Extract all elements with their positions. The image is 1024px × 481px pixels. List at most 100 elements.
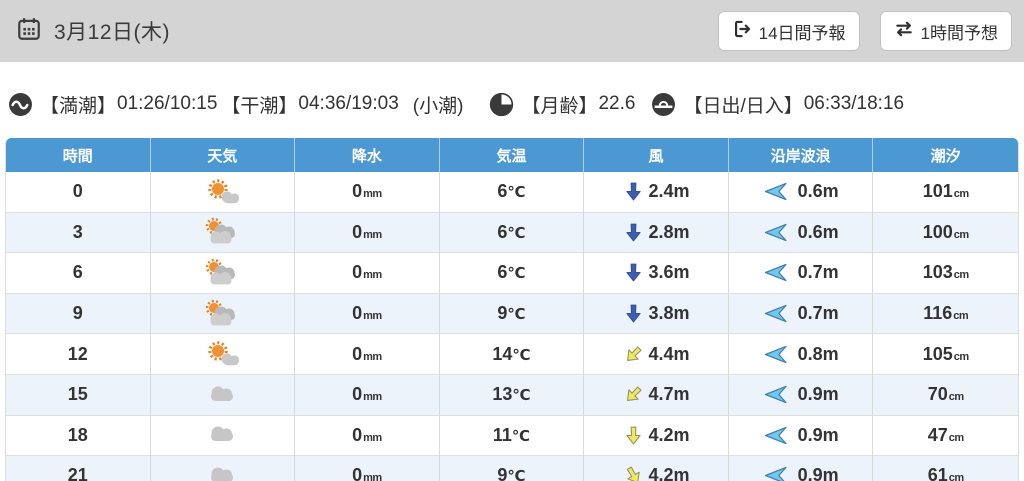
wave-unit: m: [823, 384, 839, 404]
wind-value: 4.2: [649, 425, 674, 445]
forecast-table-body: 0 0mm 6℃: [6, 172, 1018, 481]
wave-value: 0.9: [798, 465, 823, 481]
wave-unit: m: [823, 262, 839, 282]
precip-cell: 0mm: [295, 213, 440, 254]
forecast-table: 時間天気降水気温風沿岸波浪潮汐 0 0mm 6℃: [5, 138, 1019, 481]
wind-value: 4.4: [649, 344, 674, 364]
cloudy-icon: [199, 461, 245, 481]
tide-value: 105: [923, 344, 953, 364]
weather-cell: [151, 334, 296, 375]
moon-info: 【月齢】 22.6: [489, 91, 639, 118]
hour-value: 18: [68, 425, 88, 445]
tide-unit: cm: [954, 351, 969, 363]
weather-cell: [151, 416, 296, 457]
table-row: 9 0 m m 9℃: [6, 294, 1018, 335]
wind-value: 2.4: [649, 181, 674, 201]
precip-unit: mm: [363, 391, 382, 403]
temp-unit: ℃: [507, 265, 525, 282]
temp-unit: ℃: [507, 306, 525, 323]
tide-unit: cm: [949, 432, 964, 444]
wave-unit: m: [823, 181, 839, 201]
table-row: 18 0mm 11℃ 4.2m: [6, 416, 1018, 457]
precip-value: 0: [352, 262, 362, 282]
wave-circle-icon: [8, 92, 33, 117]
precip-unit: mm: [363, 229, 382, 241]
wind-arrow-icon: [623, 303, 644, 324]
wind-arrow-icon: [623, 262, 644, 283]
sunrise-info: 【日出/日入】 06:33/18:16: [651, 91, 908, 118]
tide-cell: 101cm: [873, 172, 1018, 213]
wave-cell: 0.6m: [729, 172, 874, 213]
temp-cell: 11℃: [440, 416, 585, 457]
wave-value: 0.6: [798, 222, 823, 242]
fourteen-day-forecast-button[interactable]: 14日間予報: [718, 11, 860, 51]
precip-value: 0: [352, 222, 362, 242]
wind-unit: m: [674, 384, 690, 404]
tide-value: 61: [928, 465, 948, 481]
wave-cell: 0.9m: [729, 375, 874, 416]
table-row: 15 0mm 13℃ 4.7m: [6, 375, 1018, 416]
tide-unit: cm: [954, 229, 969, 241]
external-link-icon: [732, 19, 752, 44]
hour-value: 0: [73, 181, 83, 201]
tide-value: 103: [923, 262, 953, 282]
temp-cell: 6℃: [440, 253, 585, 294]
hour-value: 3: [73, 222, 83, 242]
wave-arrow-icon: [763, 466, 788, 481]
sunrise-sunset-label: 【日出/日入】: [683, 91, 802, 118]
wave-cell: 0.7m: [729, 253, 874, 294]
tide-phase: (小潮): [413, 91, 464, 118]
precip-value: 0: [352, 344, 362, 364]
wave-cell: 0.8m: [729, 334, 874, 375]
precip-cell: 0mm: [295, 334, 440, 375]
precip-value: 0: [352, 303, 362, 323]
tide-unit: cm: [949, 391, 964, 403]
wave-unit: m: [823, 344, 839, 364]
weather-cell: [151, 294, 296, 335]
tide-value: 100: [923, 222, 953, 242]
hour-cell: 21: [6, 456, 151, 481]
wave-arrow-icon: [763, 182, 788, 201]
sun-cloud-icon: [199, 339, 245, 369]
wind-arrow-icon: [623, 181, 644, 202]
top-bar: 3月12日(木) 14日間予報 1時間予想: [0, 0, 1024, 62]
precip-value: 0: [352, 181, 362, 201]
tide-unit: cm: [949, 472, 964, 481]
wind-unit: m: [674, 303, 690, 323]
wind-value: 3.6: [649, 262, 674, 282]
hour-cell: 6: [6, 253, 151, 294]
temp-value: 6: [497, 262, 507, 282]
wave-cell: 0.9m: [729, 456, 874, 481]
sun-cloud-icon: [199, 177, 245, 207]
hour-cell: 9: [6, 294, 151, 335]
low-tide-label: 【干潮】: [221, 91, 297, 118]
wind-cell: 4.2m: [584, 456, 729, 481]
hour-cell: 18: [6, 416, 151, 457]
wind-arrow-icon: [623, 344, 644, 365]
precip-value: 0: [352, 425, 362, 445]
cloud-sun-icon: [199, 217, 245, 247]
weather-cell: [151, 253, 296, 294]
table-row: 12 0mm 14℃: [6, 334, 1018, 375]
wave-unit: m: [823, 222, 839, 242]
wind-value: 4.7: [649, 384, 674, 404]
cloudy-icon: [199, 380, 245, 410]
wave-arrow-icon: [763, 223, 788, 242]
sunrise-sunset-value: 06:33/18:16: [804, 93, 904, 115]
weather-cell: [151, 375, 296, 416]
high-tide-label: 【満潮】: [40, 91, 116, 118]
low-tide-value: 04:36/19:03: [298, 93, 398, 115]
precip-cell: 0mm: [295, 253, 440, 294]
temp-cell: 6℃: [440, 172, 585, 213]
column-header: 天気: [151, 138, 296, 172]
cloud-sun-icon: [199, 299, 245, 329]
table-row: 6 0mm 6℃: [6, 253, 1018, 294]
wave-cell: 0.6m: [729, 213, 874, 254]
tide-value: 70: [928, 384, 948, 404]
temp-cell: 9℃: [440, 294, 585, 335]
hourly-forecast-button[interactable]: 1時間予想: [880, 11, 1012, 51]
wave-unit: m: [823, 303, 839, 323]
wave-cell: 0.7m: [729, 294, 874, 335]
wind-cell: 3.8m: [584, 294, 729, 335]
hour-value: 15: [68, 384, 88, 404]
